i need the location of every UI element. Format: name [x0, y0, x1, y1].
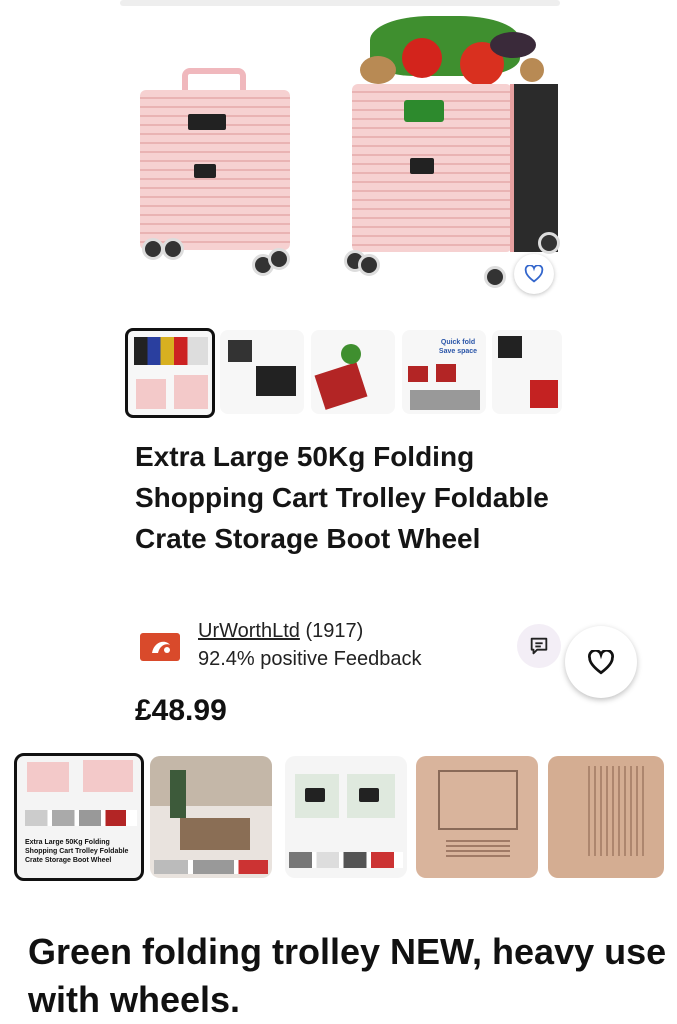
thumb-crate-pink: [174, 375, 208, 409]
card-box-print: [438, 770, 518, 830]
card-thumb-strip: [154, 860, 268, 874]
vegetable-eggplant: [490, 32, 536, 58]
card-box-text: [446, 840, 510, 860]
card-slot: [305, 788, 325, 802]
wheel: [142, 238, 164, 260]
card-thumb-strip: [25, 810, 137, 826]
card-photo-wall: [150, 756, 272, 806]
crate-left-slot-mid: [194, 164, 216, 178]
vegetable-pepper: [520, 58, 544, 82]
card-thumb-strip: [289, 852, 403, 868]
card-caption: Extra Large 50Kg Folding Shopping Cart T…: [25, 839, 129, 864]
card-slot: [359, 788, 379, 802]
hero-watch-button[interactable]: [514, 254, 554, 294]
heart-icon: [524, 265, 544, 283]
seller-name-link[interactable]: UrWorthLtd: [198, 620, 300, 642]
similar-card-1[interactable]: Extra Large 50Kg Folding Shopping Cart T…: [14, 753, 144, 881]
wheel: [484, 266, 506, 288]
vegetable-tomato: [402, 38, 442, 78]
card-photo-crates: [180, 818, 250, 850]
thumb-crate-black: [228, 340, 252, 362]
seller-count: (1917): [305, 620, 364, 642]
message-button[interactable]: [517, 624, 561, 668]
wheel: [268, 248, 290, 270]
card-crate: [27, 762, 69, 792]
heart-icon: [588, 649, 614, 674]
wheel: [162, 238, 184, 260]
crate-left: [140, 68, 290, 278]
thumb-caption: Quick fold Save space: [438, 339, 478, 355]
thumb-crates-colored: [134, 337, 208, 365]
message-icon: [530, 637, 548, 655]
wheel: [358, 254, 380, 276]
similar-card-5[interactable]: [548, 756, 664, 878]
similar-card-3[interactable]: [285, 756, 407, 878]
thumb-crate-red: [314, 362, 368, 410]
watch-button[interactable]: [565, 626, 637, 698]
crate-left-slot-top: [188, 114, 226, 130]
crate-right-window: [404, 100, 444, 122]
product-price: £48.99: [135, 694, 227, 727]
thumbnail-3[interactable]: [311, 330, 395, 414]
thumb-crate-black: [256, 366, 296, 396]
similar-card-2[interactable]: [150, 756, 272, 878]
card-crate: [83, 760, 133, 792]
thumb-veg: [341, 344, 361, 364]
card-photo-person: [170, 770, 186, 818]
thumb-crate-red: [530, 380, 558, 408]
thumbnail-2[interactable]: [220, 330, 304, 414]
seller-feedback: 92.4% positive Feedback: [198, 648, 422, 670]
thumb-crate-pink: [136, 379, 166, 409]
wheel: [538, 232, 560, 254]
crate-right-slot: [410, 158, 434, 174]
crate-right-side: [510, 84, 558, 252]
thumbnail-5[interactable]: [492, 330, 562, 414]
hero-top-edge: [120, 0, 560, 6]
seller-logo-icon[interactable]: [140, 633, 180, 661]
thumb-crate-gray: [410, 390, 480, 410]
thumb-crate-black: [498, 336, 522, 358]
thumb-crate-red: [408, 366, 428, 382]
product-title: Extra Large 50Kg Folding Shopping Cart T…: [135, 441, 549, 554]
listing-title: Green folding trolley NEW, heavy use wit…: [28, 931, 667, 1020]
thumb-crate-red: [436, 364, 456, 382]
similar-card-4[interactable]: [416, 756, 538, 878]
hero-image[interactable]: [0, 0, 677, 310]
thumbnail-1[interactable]: [125, 328, 215, 418]
seller-name[interactable]: UrWorthLtd (1917): [198, 620, 363, 643]
thumbnail-4[interactable]: Quick fold Save space: [402, 330, 486, 414]
card-box-text: [588, 766, 648, 856]
vegetable-mushroom: [360, 56, 396, 84]
